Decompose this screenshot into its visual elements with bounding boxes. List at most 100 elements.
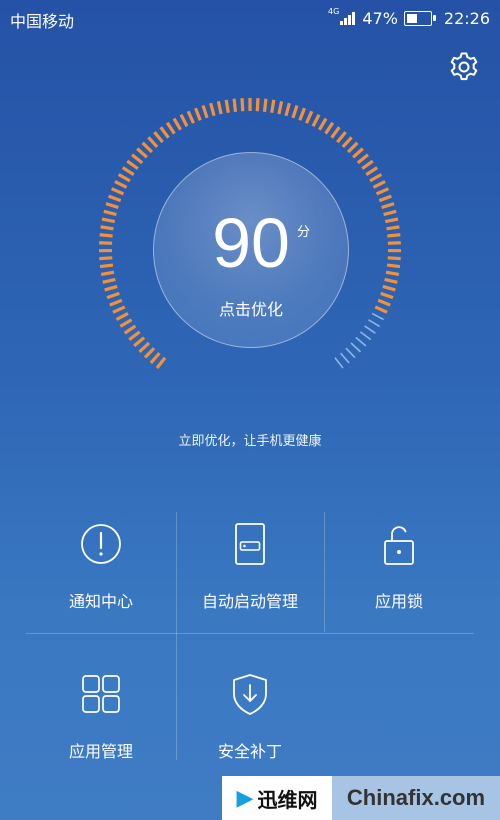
gauge-tick-active (361, 159, 374, 170)
settings-button[interactable] (447, 50, 481, 84)
gauge-tick-active (224, 99, 230, 113)
gauge-tick-active (384, 217, 399, 224)
gauge-tick-active (365, 166, 379, 177)
gauge-tick-inactive (334, 357, 344, 369)
clock: 22:26 (443, 8, 490, 28)
gauge-tick-inactive (368, 319, 381, 328)
gauge-tick-inactive (364, 325, 376, 334)
gauge-tick-active (381, 202, 395, 210)
gauge-tick-active (131, 153, 144, 165)
gauge-tick-active (117, 173, 131, 183)
gauge-tick-active (114, 180, 128, 189)
shield-download-icon (233, 674, 267, 715)
tile-label: 应用管理 (68, 742, 133, 761)
gauge-tick-active (136, 147, 148, 159)
carrier-name: 中国移动 (10, 12, 75, 31)
gauge-tick-active (99, 241, 113, 245)
gauge-tick-active (159, 126, 170, 139)
gauge-tick-active (291, 104, 299, 119)
gauge-tick-active (153, 131, 164, 144)
gauge-tick-active (356, 153, 369, 165)
gauge-tick-active (101, 217, 116, 224)
gauge-tick-active (270, 99, 276, 113)
gauge-tick-active (165, 121, 176, 135)
gauge-tick-active (147, 136, 159, 149)
gauge-tick-active (311, 113, 321, 127)
gauge-tick-inactive (371, 312, 384, 321)
optimize-label: 点击优化 (218, 300, 283, 319)
tile-app-lock[interactable]: 应用锁 (324, 522, 474, 612)
gauge-tick-active (284, 102, 291, 117)
unlocked-padlock-icon (384, 526, 414, 565)
gauge-tick-active (100, 225, 114, 231)
gauge-tick-active (126, 159, 139, 170)
gauge-tick-active (377, 298, 391, 307)
gauge-tick-active (386, 263, 401, 269)
network-type: 4G (328, 6, 340, 16)
battery-level-fill (406, 13, 418, 23)
battery-percent: 47% (362, 8, 398, 28)
gauge-tick-active (384, 277, 398, 284)
exclamation-circle-icon (81, 524, 121, 564)
gauge-tick-active (102, 277, 116, 284)
gauge-tick-active (186, 110, 195, 124)
gauge-tick-inactive (339, 352, 350, 364)
tile-label: 通知中心 (68, 592, 133, 611)
gauge-tick-active (119, 318, 133, 328)
gauge-tick-active (374, 305, 388, 314)
gauge-tick-active (179, 113, 189, 127)
gauge-tick-active (352, 147, 364, 159)
gauge-tick-active (149, 352, 161, 364)
gauge-tick-active (387, 256, 401, 261)
tile-security-patch[interactable]: 安全补丁 (175, 672, 325, 762)
gauge-tick-active (324, 121, 335, 135)
gauge-tick-active (108, 194, 122, 203)
tile-label: 安全补丁 (217, 742, 282, 761)
gauge-tick-active (330, 126, 341, 139)
gauge-tick-active (378, 194, 392, 203)
status-bar: 中国移动 4G 47% 22:26 (0, 0, 500, 36)
watermark-logo: ▶ 迅维网 (222, 776, 332, 820)
tile-notification-center[interactable]: 通知中心 (26, 522, 176, 612)
logo-arrow-icon: ▶ (236, 785, 254, 811)
gauge-tick-inactive (345, 347, 356, 359)
optimize-button[interactable]: 90 分 点击优化 (153, 152, 349, 348)
feature-grid: 通知中心 自动启动管理 应用锁 应用管理 安全补丁 (0, 512, 500, 772)
gauge-tick-active (298, 107, 306, 121)
watermark: ▶ 迅维网 Chinafix.com (222, 776, 500, 820)
gauge-tick-active (106, 291, 120, 300)
battery-icon (403, 10, 436, 26)
gauge-tick-active (382, 284, 396, 292)
tile-auto-start-manager[interactable]: 自动启动管理 (175, 522, 325, 612)
tile-label: 应用锁 (374, 592, 423, 611)
gauge-tick-active (194, 107, 202, 121)
gauge-tick-active (387, 241, 401, 245)
gauge-tick-active (387, 233, 401, 238)
grid-squares-icon (82, 675, 120, 713)
gauge-tick-active (99, 263, 114, 269)
gauge-tick-active (336, 131, 347, 144)
gauge-tick-active (386, 225, 400, 231)
gauge-tick-active (232, 98, 238, 112)
gauge-tick-active (262, 98, 268, 112)
gauge-tick-active (383, 209, 397, 217)
gauge-tick-active (369, 173, 383, 183)
gauge-tick-active (240, 98, 245, 112)
watermark-right-text: Chinafix.com (332, 776, 500, 820)
gauge-tick-active (277, 101, 284, 115)
gauge-tick-active (138, 341, 151, 354)
gauge-tick-active (99, 256, 113, 261)
gear-icon (450, 52, 478, 81)
status-indicators: 4G 47% 22:26 (328, 6, 490, 30)
gauge-tick-active (128, 330, 141, 341)
tile-app-manager[interactable]: 应用管理 (26, 672, 176, 762)
device-card-icon (235, 523, 265, 565)
gauge-tick-active (100, 270, 115, 277)
gauge-tick-active (105, 202, 119, 210)
gauge-tick-active (155, 356, 167, 369)
gauge-tick-active (121, 166, 135, 177)
tagline: 立即优化，让手机更健康 (178, 434, 322, 449)
gauge-tick-active (305, 110, 314, 124)
tile-label: 自动启动管理 (201, 592, 298, 611)
gauge-tick-active (112, 305, 126, 314)
